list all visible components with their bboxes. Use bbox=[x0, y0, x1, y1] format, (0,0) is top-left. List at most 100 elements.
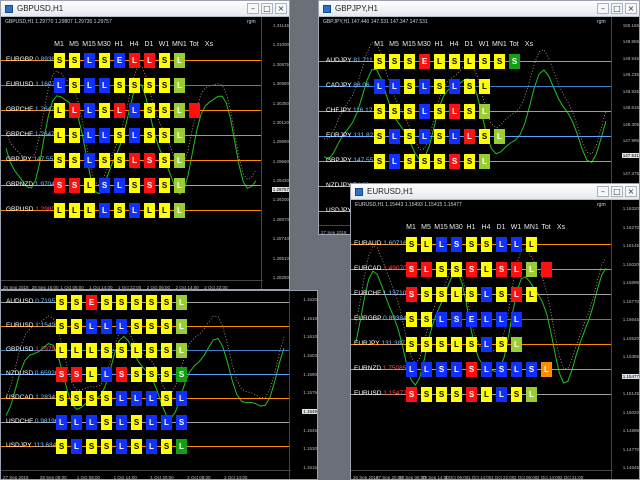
signal-cell[interactable]: S bbox=[466, 237, 477, 252]
signal-cell[interactable]: S bbox=[464, 154, 475, 169]
signal-cell[interactable]: S bbox=[129, 78, 140, 93]
signal-cell[interactable]: S bbox=[161, 295, 172, 310]
signal-cell[interactable] bbox=[541, 262, 552, 277]
signal-cell[interactable]: S bbox=[131, 415, 142, 430]
signal-cell[interactable]: L bbox=[176, 343, 187, 358]
signal-cell[interactable]: L bbox=[71, 439, 82, 454]
signal-cell[interactable]: L bbox=[464, 54, 475, 69]
close-button[interactable]: × bbox=[275, 3, 287, 14]
signal-cell[interactable]: L bbox=[84, 78, 95, 93]
signal-cell[interactable]: L bbox=[174, 53, 185, 68]
signal-cell[interactable]: S bbox=[159, 78, 170, 93]
signal-cell[interactable]: L bbox=[464, 129, 475, 144]
signal-cell[interactable]: S bbox=[466, 362, 477, 377]
signal-cell[interactable]: S bbox=[449, 54, 460, 69]
maximize-button[interactable]: □ bbox=[611, 3, 623, 14]
signal-cell[interactable]: L bbox=[116, 391, 127, 406]
signal-cell[interactable]: S bbox=[69, 178, 80, 193]
signal-cell[interactable]: S bbox=[374, 154, 385, 169]
signal-cell[interactable]: L bbox=[481, 362, 492, 377]
chart-area[interactable]: GBPUSD,H1 1.29770 1.29807 1.29730 1.2975… bbox=[1, 17, 289, 289]
signal-cell[interactable]: S bbox=[466, 337, 477, 352]
signal-cell[interactable]: S bbox=[464, 79, 475, 94]
signal-cell[interactable]: E bbox=[466, 312, 477, 327]
signal-cell[interactable]: L bbox=[114, 103, 125, 118]
signal-cell[interactable]: L bbox=[481, 262, 492, 277]
signal-cell[interactable]: L bbox=[129, 128, 140, 143]
signal-cell[interactable]: S bbox=[56, 295, 67, 310]
chart-window-w4[interactable]: EURUSD,H1 – □ × EURUSD,H1 1.15443 1.15493 1.… bbox=[350, 183, 640, 480]
signal-cell[interactable]: L bbox=[434, 54, 445, 69]
signal-cell[interactable]: L bbox=[54, 203, 65, 218]
signal-cell[interactable]: S bbox=[406, 237, 417, 252]
maximize-button[interactable]: □ bbox=[611, 186, 623, 197]
signal-cell[interactable]: S bbox=[406, 387, 417, 402]
signal-cell[interactable]: S bbox=[101, 391, 112, 406]
signal-cell[interactable]: S bbox=[451, 262, 462, 277]
signal-cell[interactable]: L bbox=[449, 104, 460, 119]
signal-cell[interactable]: S bbox=[434, 104, 445, 119]
window-titlebar[interactable]: GBPUSD,H1 – □ × bbox=[1, 1, 289, 17]
signal-cell[interactable]: S bbox=[86, 439, 97, 454]
close-button[interactable]: × bbox=[625, 186, 637, 197]
signal-cell[interactable]: L bbox=[174, 128, 185, 143]
signal-cell[interactable]: L bbox=[84, 153, 95, 168]
signal-cell[interactable]: S bbox=[451, 237, 462, 252]
signal-cell[interactable]: L bbox=[146, 439, 157, 454]
signal-cell[interactable]: S bbox=[161, 319, 172, 334]
signal-cell[interactable]: S bbox=[131, 367, 142, 382]
signal-cell[interactable]: L bbox=[69, 103, 80, 118]
signal-cell[interactable]: L bbox=[451, 337, 462, 352]
signal-cell[interactable]: L bbox=[481, 312, 492, 327]
close-button[interactable]: × bbox=[625, 3, 637, 14]
signal-cell[interactable]: L bbox=[436, 312, 447, 327]
signal-cell[interactable]: S bbox=[161, 391, 172, 406]
signal-cell[interactable]: S bbox=[56, 439, 67, 454]
signal-cell[interactable]: L bbox=[451, 287, 462, 302]
signal-cell[interactable]: S bbox=[374, 104, 385, 119]
signal-cell[interactable]: S bbox=[511, 387, 522, 402]
signal-cell[interactable]: S bbox=[159, 128, 170, 143]
signal-cell[interactable]: L bbox=[176, 439, 187, 454]
signal-cell[interactable]: L bbox=[389, 154, 400, 169]
signal-cell[interactable]: L bbox=[481, 387, 492, 402]
signal-cell[interactable]: L bbox=[131, 343, 142, 358]
signal-cell[interactable]: S bbox=[466, 262, 477, 277]
signal-cell[interactable]: S bbox=[116, 295, 127, 310]
signal-cell[interactable]: S bbox=[99, 178, 110, 193]
signal-cell[interactable]: L bbox=[421, 362, 432, 377]
signal-cell[interactable]: L bbox=[174, 153, 185, 168]
chart-window-w3[interactable]: AUDUSD 0.71957 S S E S S S S S L EURUSD 1.15493 S S L… bbox=[0, 290, 318, 480]
signal-cell[interactable]: L bbox=[99, 78, 110, 93]
signal-cell[interactable]: L bbox=[129, 103, 140, 118]
signal-cell[interactable]: L bbox=[419, 129, 430, 144]
signal-cell[interactable]: S bbox=[434, 79, 445, 94]
chart-window-w1[interactable]: GBPUSD,H1 – □ × GBPUSD,H1 1.29770 1.29807 1.… bbox=[0, 0, 290, 290]
signal-cell[interactable]: S bbox=[116, 343, 127, 358]
signal-cell[interactable]: L bbox=[174, 178, 185, 193]
signal-cell[interactable]: L bbox=[129, 153, 140, 168]
signal-cell[interactable]: S bbox=[101, 295, 112, 310]
signal-cell[interactable]: L bbox=[421, 237, 432, 252]
signal-cell[interactable]: S bbox=[159, 153, 170, 168]
signal-cell[interactable]: S bbox=[69, 153, 80, 168]
signal-cell[interactable]: L bbox=[101, 367, 112, 382]
signal-cell[interactable]: L bbox=[174, 103, 185, 118]
signal-cell[interactable]: S bbox=[56, 367, 67, 382]
signal-cell[interactable]: S bbox=[434, 129, 445, 144]
signal-cell[interactable]: E bbox=[86, 295, 97, 310]
signal-cell[interactable]: E bbox=[114, 53, 125, 68]
window-titlebar[interactable]: EURUSD,H1 – □ × bbox=[351, 184, 639, 200]
signal-cell[interactable]: L bbox=[69, 203, 80, 218]
signal-cell[interactable]: L bbox=[131, 391, 142, 406]
signal-cell[interactable]: S bbox=[159, 103, 170, 118]
signal-cell[interactable]: S bbox=[389, 104, 400, 119]
signal-cell[interactable]: L bbox=[84, 203, 95, 218]
signal-cell[interactable]: S bbox=[509, 54, 520, 69]
signal-cell[interactable]: L bbox=[479, 154, 490, 169]
signal-cell[interactable]: L bbox=[56, 343, 67, 358]
minimize-button[interactable]: – bbox=[597, 186, 609, 197]
signal-cell[interactable]: S bbox=[86, 391, 97, 406]
signal-cell[interactable]: S bbox=[131, 439, 142, 454]
signal-cell[interactable]: S bbox=[69, 128, 80, 143]
